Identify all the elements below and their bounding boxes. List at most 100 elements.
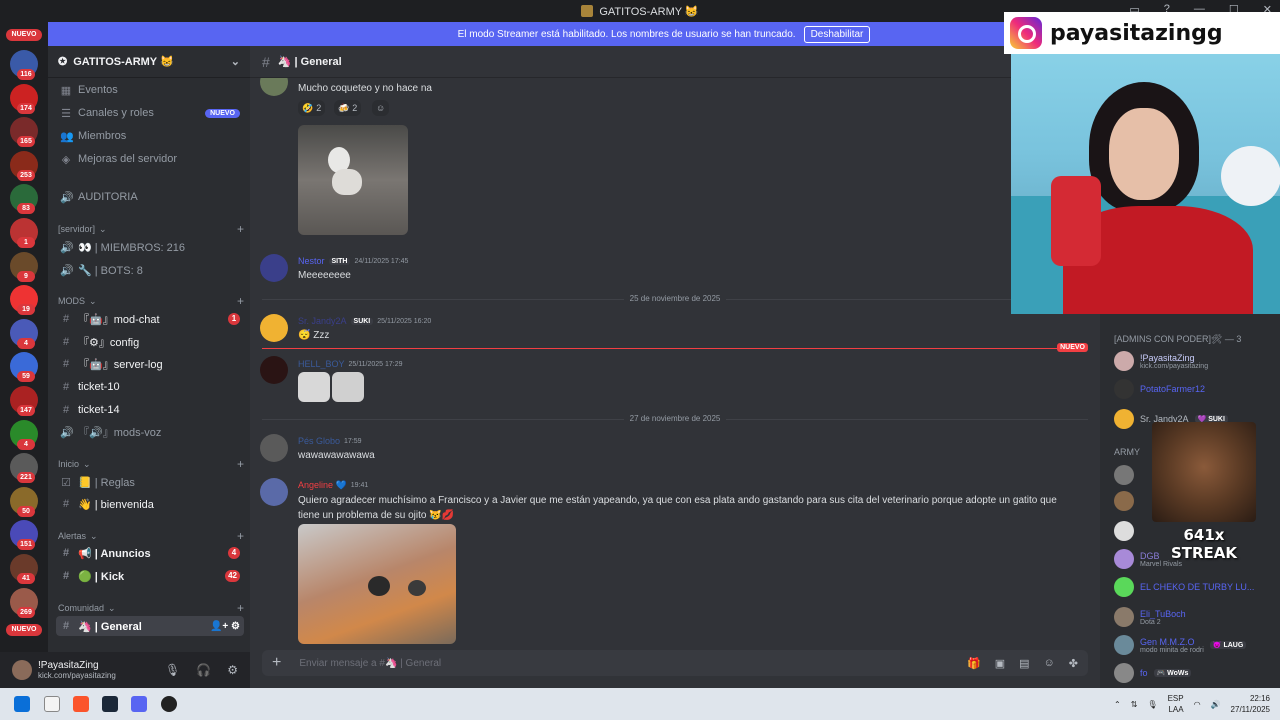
channel-ticket-14[interactable]: # ticket-14	[56, 400, 244, 420]
member-row[interactable]: !PayasitaZing kick.com/payasitazing	[1114, 350, 1274, 372]
channel-bienvenida[interactable]: # 👋 | bienvenida	[56, 494, 244, 514]
channel-kick[interactable]: # 🟢 | Kick 42	[56, 566, 244, 586]
clock[interactable]: 22:16 27/11/2025	[1231, 693, 1270, 715]
server-name: GATITOS-ARMY 😸	[73, 56, 174, 68]
category-servidor[interactable]: [servidor] ⌄ +	[58, 222, 244, 236]
avatar[interactable]	[12, 660, 32, 680]
channel-server-log[interactable]: # 『🤖』server-log	[56, 354, 244, 374]
user-status: kick.com/payasitazing	[38, 671, 116, 680]
sticker-cat-2[interactable]	[332, 372, 364, 402]
message-image-dog[interactable]	[298, 125, 408, 235]
brave-browser-icon[interactable]	[73, 696, 89, 712]
sticker-cat-1[interactable]	[298, 372, 330, 402]
message-input[interactable]: Enviar mensaje a #🦄 | General	[299, 658, 441, 669]
avatar[interactable]	[260, 478, 288, 506]
member-row[interactable]: fo 🎮 WoWs	[1114, 662, 1274, 684]
channel-reglas[interactable]: ☑ 📒 | Reglas	[56, 472, 244, 492]
channel-config[interactable]: # 『⚙』config	[56, 332, 244, 352]
channel-ticket-10[interactable]: # ticket-10	[56, 377, 244, 397]
disable-streamer-button[interactable]: Deshabilitar	[803, 25, 871, 43]
author-name[interactable]: Pés Globo	[298, 436, 340, 446]
chevron-down-icon: ⌄	[230, 56, 240, 68]
item-label: 🟢 | Kick	[78, 570, 125, 583]
settings-gear-icon[interactable]: ⚙	[227, 663, 238, 677]
voice-channel-mods-voz[interactable]: 🔊 『🔊』mods-voz	[56, 422, 244, 442]
chevron-down-icon: ⌄	[99, 223, 107, 234]
steam-icon[interactable]	[102, 696, 118, 712]
channel-header: # 🦄 | General	[250, 46, 1100, 78]
voice-channel-miembros[interactable]: 🔊 👀 | MIEMBROS: 216	[56, 237, 244, 257]
add-channel-icon[interactable]: +	[237, 529, 244, 543]
author-name[interactable]: HELL_BOY	[298, 359, 345, 369]
sticker-icon[interactable]: ▤	[1019, 657, 1029, 670]
emoji-icon[interactable]: ☺	[1044, 657, 1055, 670]
microphone-shape	[1051, 176, 1101, 266]
chevron-up-icon[interactable]: ⌃	[1114, 700, 1121, 709]
category-mods[interactable]: MODS ⌄ +	[58, 294, 244, 308]
author-name[interactable]: Sr. Jandy2A	[298, 316, 347, 326]
wifi-icon[interactable]: ◠	[1194, 700, 1201, 709]
gif-icon[interactable]: ▣	[995, 657, 1005, 670]
obs-icon[interactable]	[161, 696, 177, 712]
volume-icon[interactable]: 🔊	[1211, 700, 1221, 709]
unread-badge: 1	[228, 313, 240, 325]
avatar[interactable]	[260, 434, 288, 462]
windows-start-icon[interactable]	[14, 696, 30, 712]
category-alertas[interactable]: Alertas ⌄ +	[58, 529, 244, 543]
attach-plus-icon[interactable]: +	[272, 654, 281, 672]
member-row[interactable]: PotatoFarmer12	[1114, 378, 1274, 400]
member-name: !PayasitaZing	[1140, 352, 1195, 363]
apps-icon[interactable]: ✤	[1069, 657, 1078, 670]
hash-icon: #	[62, 336, 70, 348]
avatar[interactable]	[260, 254, 288, 282]
member-row[interactable]: Eli_TuBoch Dota 2	[1114, 606, 1274, 628]
sidebar-item-canales-roles[interactable]: ☰ Canales y roles NUEVO	[56, 103, 244, 123]
author-name[interactable]: Angeline 💙	[298, 480, 347, 491]
new-servers-pill[interactable]: NUEVO	[6, 29, 42, 41]
avatar	[1114, 549, 1134, 569]
channel-mod-chat[interactable]: # 『🤖』mod-chat 1	[56, 309, 244, 329]
invite-and-settings-icons[interactable]: 👤+ ⚙	[210, 621, 240, 632]
sidebar-item-mejoras[interactable]: ◈ Mejoras del servidor	[56, 149, 244, 169]
channel-sidebar: ✪ GATITOS-ARMY 😸 ⌄ ▦ Eventos ☰ Canales y r…	[48, 46, 250, 652]
category-comunidad[interactable]: Comunidad ⌄ +	[58, 601, 244, 615]
member-row[interactable]: Gen M.M.Z.O modo minita de rodri 😈 LAUG	[1114, 634, 1274, 656]
voice-channel-bots[interactable]: 🔊 🔧 | BOTS: 8	[56, 260, 244, 280]
headphones-icon[interactable]: 🎧	[196, 663, 211, 677]
message-image-kitten[interactable]	[298, 524, 456, 644]
gift-icon[interactable]: 🎁	[967, 657, 981, 670]
channel-general[interactable]: # 🦄 | General 👤+ ⚙	[56, 616, 244, 636]
date-label: 27 de noviembre de 2025	[623, 414, 727, 423]
microphone-icon[interactable]: 🎙	[165, 663, 180, 677]
network-icon[interactable]: ⇅	[1131, 700, 1138, 709]
keyboard-layout-label[interactable]: LAA	[1168, 704, 1183, 715]
file-explorer-icon[interactable]	[44, 696, 60, 712]
add-reaction-button[interactable]: ☺	[372, 100, 390, 116]
avatar[interactable]	[260, 356, 288, 384]
avatar[interactable]	[260, 78, 288, 96]
language-label[interactable]: ESP	[1168, 693, 1184, 704]
sidebar-item-eventos[interactable]: ▦ Eventos	[56, 80, 244, 100]
microphone-icon[interactable]: 🎙	[1147, 700, 1157, 709]
voice-channel-auditoria[interactable]: 🔊 AUDITORIA	[56, 187, 244, 207]
channel-anuncios[interactable]: # 📢 | Anuncios 4	[56, 543, 244, 563]
timestamp: 25/11/2025 17:29	[348, 360, 403, 368]
avatar[interactable]	[260, 314, 288, 342]
message-composer: + Enviar mensaje a #🦄 | General 🎁 ▣ ▤ ☺ …	[262, 650, 1088, 676]
reaction-laugh[interactable]: 🤣 2	[298, 100, 326, 116]
author-name[interactable]: Nestor	[298, 256, 325, 266]
member-group-admins: [ADMINS CON PODER]🛠 — 3	[1114, 334, 1242, 344]
smiley-icon: ☺	[376, 103, 386, 113]
member-row[interactable]: EL CHEKO DE TURBY LU...	[1114, 576, 1274, 598]
add-channel-icon[interactable]: +	[237, 601, 244, 615]
add-channel-icon[interactable]: +	[237, 457, 244, 471]
add-channel-icon[interactable]: +	[237, 222, 244, 236]
add-channel-icon[interactable]: +	[237, 294, 244, 308]
category-inicio[interactable]: Inicio ⌄ +	[58, 457, 244, 471]
server-badge: 83	[17, 203, 35, 215]
sidebar-item-miembros[interactable]: 👥 Miembros	[56, 126, 244, 146]
new-servers-pill-bottom[interactable]: NUEVO	[6, 624, 42, 636]
server-header[interactable]: ✪ GATITOS-ARMY 😸 ⌄	[48, 46, 250, 78]
reaction-cheers[interactable]: 🍻 2	[334, 100, 362, 116]
discord-icon[interactable]	[131, 696, 147, 712]
